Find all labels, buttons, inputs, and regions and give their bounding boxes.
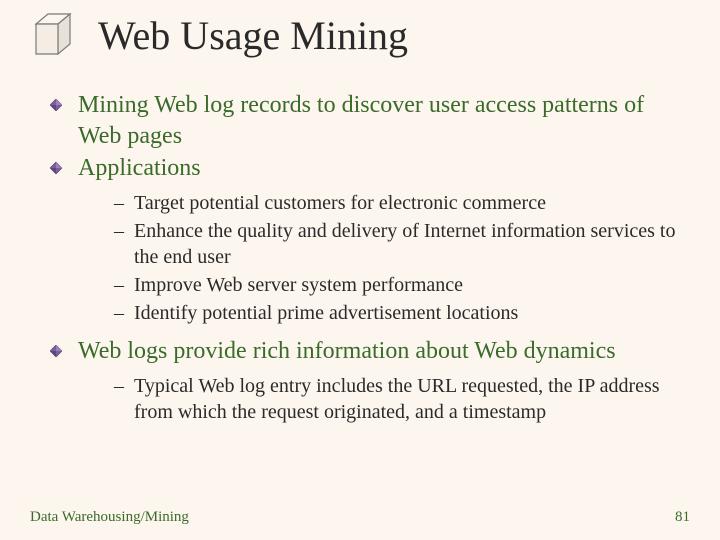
sub-text: Improve Web server system performance (134, 272, 463, 298)
bullet-text: Web logs provide rich information about … (78, 336, 616, 367)
sub-text: Typical Web log entry includes the URL r… (134, 373, 676, 425)
dash-icon: – (114, 300, 124, 326)
sub-list: – Typical Web log entry includes the URL… (50, 373, 686, 425)
slide-footer: Data Warehousing/Mining 81 (30, 509, 690, 526)
sub-item: – Improve Web server system performance (114, 272, 676, 298)
dash-icon: – (114, 373, 124, 399)
sub-text: Target potential customers for electroni… (134, 190, 546, 216)
slide-content: Mining Web log records to discover user … (0, 62, 720, 425)
bullet-item: Mining Web log records to discover user … (50, 90, 686, 151)
cube-icon (28, 10, 80, 62)
dash-icon: – (114, 272, 124, 298)
page-number: 81 (675, 509, 690, 526)
diamond-bullet-icon (50, 99, 62, 111)
sub-text: Identify potential prime advertisement l… (134, 300, 518, 326)
diamond-bullet-icon (50, 345, 62, 357)
title-row: Web Usage Mining (0, 0, 720, 62)
diamond-bullet-icon (50, 162, 62, 174)
sub-item: – Enhance the quality and delivery of In… (114, 218, 676, 270)
sub-item: – Target potential customers for electro… (114, 190, 676, 216)
bullet-text: Applications (78, 153, 201, 184)
bullet-item: Applications (50, 153, 686, 184)
sub-item: – Identify potential prime advertisement… (114, 300, 676, 326)
sub-text: Enhance the quality and delivery of Inte… (134, 218, 676, 270)
bullet-text: Mining Web log records to discover user … (78, 90, 686, 151)
sub-item: – Typical Web log entry includes the URL… (114, 373, 676, 425)
dash-icon: – (114, 190, 124, 216)
slide-title: Web Usage Mining (98, 16, 408, 56)
dash-icon: – (114, 218, 124, 244)
footer-left: Data Warehousing/Mining (30, 509, 189, 526)
sub-list: – Target potential customers for electro… (50, 190, 686, 326)
bullet-item: Web logs provide rich information about … (50, 336, 686, 367)
